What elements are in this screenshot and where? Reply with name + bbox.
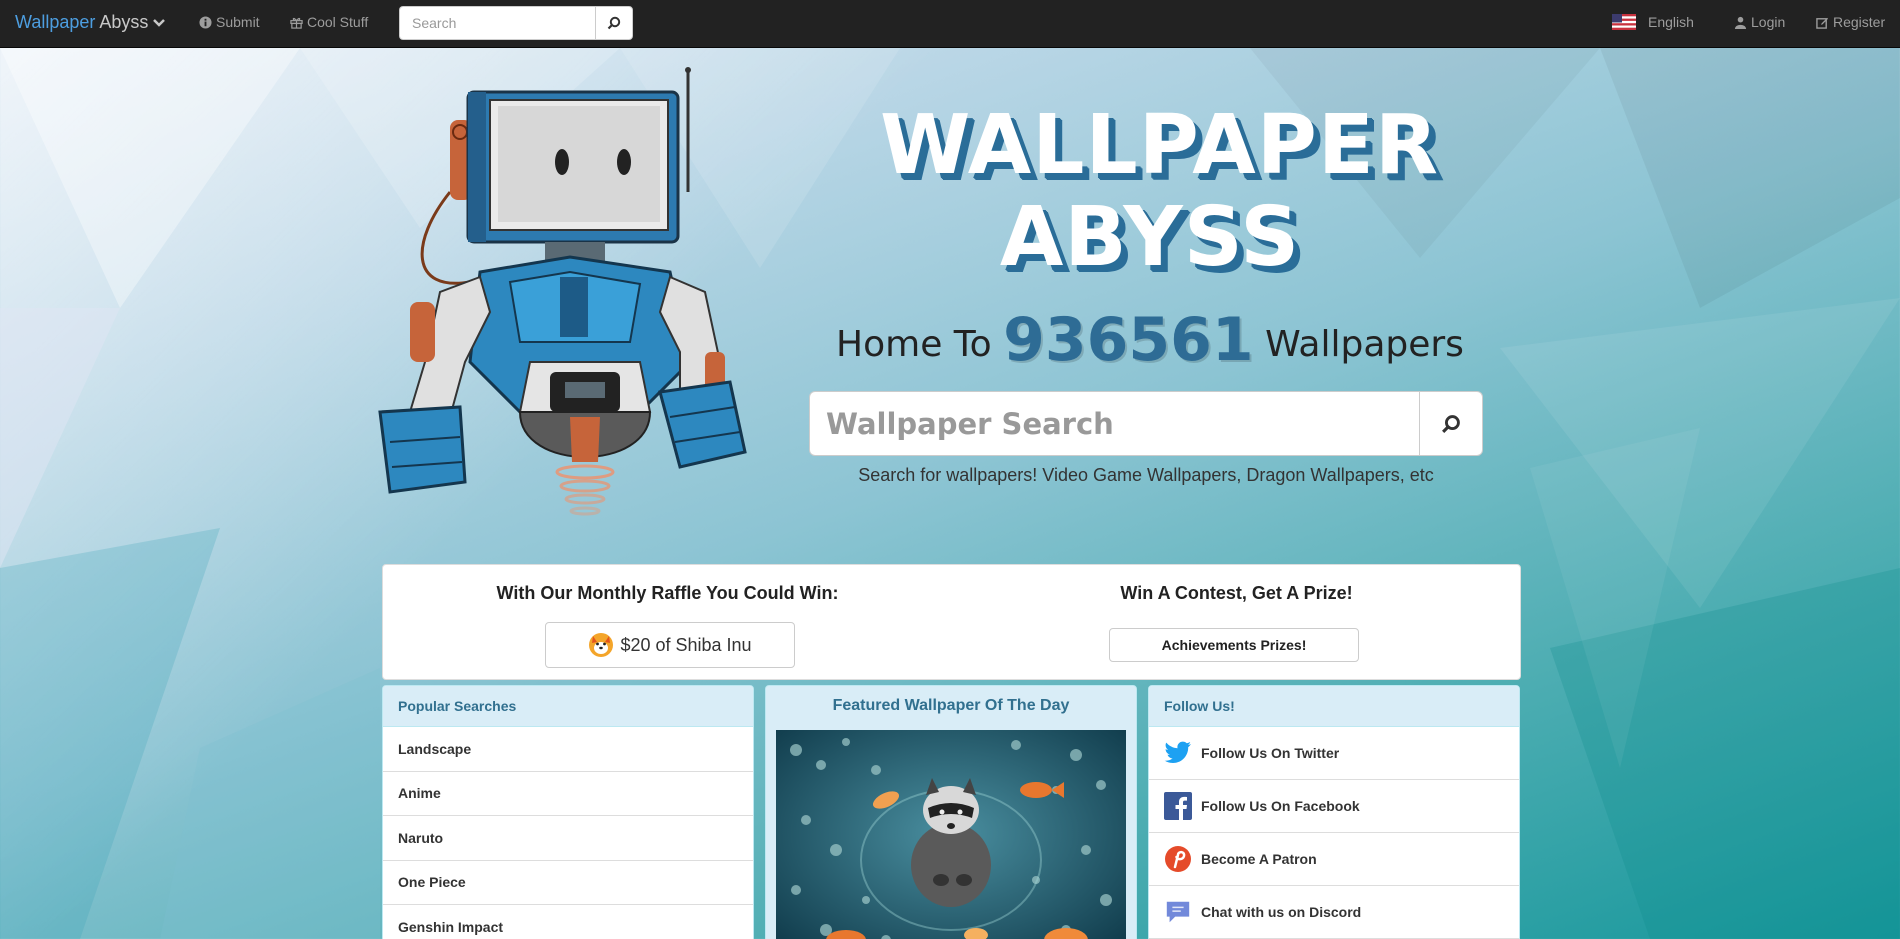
nav-register-label: Register [1833,14,1886,30]
discord-icon [1164,898,1192,926]
popular-search-item[interactable]: One Piece [383,861,753,905]
popular-search-item[interactable]: Genshin Impact [383,905,753,939]
wallpapers-word: Wallpapers [1265,324,1464,365]
nav-submit[interactable]: Submit [199,14,260,30]
popular-search-item[interactable]: Landscape [383,727,753,772]
search-icon [607,16,621,30]
wallpaper-count-line: Home To 936561 Wallpapers [760,305,1540,375]
shiba-inu-raffle-button[interactable]: $20 of Shiba Inu [545,622,795,668]
wallpaper-search-input[interactable] [809,391,1419,456]
facebook-icon [1164,792,1192,820]
brand-name-part1: Wallpaper [15,12,96,32]
popular-search-item[interactable]: Naruto [383,816,753,861]
become-patron-link[interactable]: Become A Patron [1149,833,1519,886]
robot-mascot-illustration [378,67,747,516]
navbar-search-button[interactable] [595,6,633,40]
main-search [809,391,1483,456]
achievements-prizes-button[interactable]: Achievements Prizes! [1109,628,1359,662]
wallpaper-search-button[interactable] [1419,391,1483,456]
brand-menu[interactable]: Wallpaper Abyss [15,12,166,33]
home-to-text: Home To [836,324,992,365]
info-circle-icon [199,15,212,29]
chevron-down-icon [153,18,166,27]
wallpaper-count: 936561 [1003,305,1254,375]
follow-twitter-link[interactable]: Follow Us On Twitter [1149,727,1519,780]
navbar-search-input[interactable] [399,6,595,40]
nav-cool-stuff[interactable]: Cool Stuff [290,14,368,30]
raffle-heading: With Our Monthly Raffle You Could Win: [496,583,839,603]
follow-facebook-link[interactable]: Follow Us On Facebook [1149,780,1519,833]
raffle-column: With Our Monthly Raffle You Could Win: [383,583,952,604]
nav-submit-label: Submit [216,14,260,30]
brand-name-part2: Abyss [99,12,149,32]
nav-register[interactable]: Register [1816,14,1885,30]
shiba-inu-raffle-label: $20 of Shiba Inu [620,634,752,655]
patreon-icon [1164,845,1192,873]
raffle-contest-box: With Our Monthly Raffle You Could Win: W… [382,564,1521,680]
hero-title: WALLPAPER ABYSS [880,98,1440,285]
language-label: English [1648,14,1694,30]
follow-facebook-label: Follow Us On Facebook [1201,798,1360,814]
discord-chat-label: Chat with us on Discord [1201,904,1362,920]
popular-search-item[interactable]: Anime [383,772,753,816]
us-flag-icon [1612,14,1636,30]
featured-wallpaper-heading: Featured Wallpaper Of The Day [766,686,1136,727]
shiba-inu-icon [589,633,614,657]
gift-icon [290,17,303,29]
follow-twitter-label: Follow Us On Twitter [1201,745,1340,761]
featured-wallpaper-image[interactable] [776,730,1126,939]
navbar-search [399,6,633,40]
nav-login[interactable]: Login [1734,14,1785,30]
twitter-icon [1164,739,1192,767]
nav-login-label: Login [1751,14,1786,30]
nav-cool-stuff-label: Cool Stuff [307,14,369,30]
user-icon [1734,16,1747,29]
follow-us-panel: Follow Us! Follow Us On Twitter Follow U… [1148,685,1520,939]
hero-title-line2: ABYSS [999,190,1301,285]
become-patron-label: Become A Patron [1201,851,1317,867]
popular-searches-panel: Popular Searches Landscape Anime Naruto … [382,685,754,939]
featured-wallpaper-panel: Featured Wallpaper Of The Day [765,685,1137,939]
search-icon [1442,414,1460,433]
language-selector[interactable]: English [1612,14,1694,30]
hero-title-line1: WALLPAPER [880,98,1440,193]
contest-column: Win A Contest, Get A Prize! [952,583,1521,604]
search-hint-text: Search for wallpapers! Video Game Wallpa… [858,465,1434,485]
follow-us-heading: Follow Us! [1149,686,1519,727]
discord-chat-link[interactable]: Chat with us on Discord [1149,886,1519,939]
top-navbar: Wallpaper Abyss Submit Cool Stuff Englis… [0,0,1900,48]
edit-icon [1816,17,1829,29]
contest-heading: Win A Contest, Get A Prize! [1120,583,1353,603]
popular-searches-heading: Popular Searches [383,686,753,727]
